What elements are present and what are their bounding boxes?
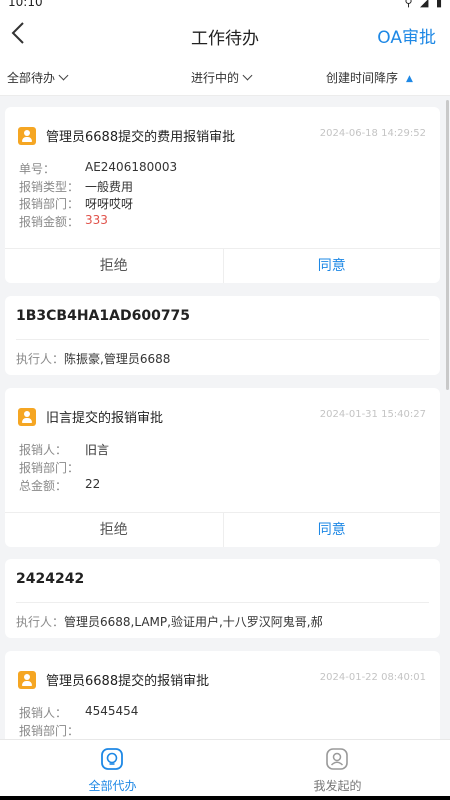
field-label: 报销类型： [19, 180, 80, 194]
bottom-tab-bar: 全部代办 我发起的 [0, 739, 450, 796]
executor-line: 执行人：陈振豪,管理员6688 [16, 350, 170, 367]
approval-card[interactable]: 管理员6688提交的费用报销审批 2024-06-18 14:29:52 单号：… [5, 107, 440, 283]
field-label: 单号： [19, 162, 56, 176]
field-label: 报销部门： [19, 197, 80, 211]
executor-line: 执行人：管理员6688,LAMP,验证用户,十八罗汉阿鬼哥,郝 [16, 613, 323, 630]
divider [16, 602, 429, 603]
scope-filter[interactable]: 全部待办 [7, 69, 69, 86]
sort-filter-label: 创建时间降序 [326, 71, 399, 85]
field-row: 报销类型： 一般费用 [19, 178, 133, 195]
field-row: 报销人： 4545454 [19, 704, 138, 721]
field-label: 报销人： [19, 706, 68, 720]
chevron-down-icon [58, 70, 69, 81]
status-time: 10:10 [8, 0, 43, 9]
executor-label: 执行人： [16, 352, 65, 366]
scrollbar[interactable] [446, 100, 449, 390]
field-label: 报销金额： [19, 215, 80, 229]
status-bar: 10:10 ⚲ ◢ ▮ [0, 0, 450, 12]
oa-approval-button[interactable]: OA审批 [377, 23, 436, 48]
tab-all-todo[interactable]: 全部代办 [0, 740, 225, 797]
field-value: 22 [85, 477, 101, 491]
card-time: 2024-01-31 15:40:27 [319, 409, 426, 420]
tab-label: 我发起的 [313, 779, 362, 793]
task-code: 1B3CB4HA1AD600775 [16, 308, 191, 324]
card-actions: 拒绝 同意 [5, 248, 440, 283]
card-time: 2024-01-22 08:40:01 [319, 672, 426, 683]
card-time: 2024-06-18 14:29:52 [319, 128, 426, 139]
card-header: 管理员6688提交的报销审批 2024-01-22 08:40:01 [5, 651, 440, 706]
field-value: 旧言 [85, 443, 110, 457]
field-row: 单号： AE2406180003 [19, 160, 177, 177]
task-card[interactable]: 2424242 执行人：管理员6688,LAMP,验证用户,十八罗汉阿鬼哥,郝 [5, 559, 440, 638]
filter-bar: 全部待办 进行中的 创建时间降序 ▲ [0, 60, 450, 96]
amount-value: 333 [85, 213, 108, 227]
task-code: 2424242 [16, 571, 85, 587]
field-row: 报销金额： 333 [19, 213, 108, 230]
tab-label: 全部代办 [88, 779, 137, 793]
field-row: 报销部门： 呀呀哎呀 [19, 195, 133, 212]
executor-names: 管理员6688,LAMP,验证用户,十八罗汉阿鬼哥,郝 [64, 615, 323, 629]
tab-my-initiated[interactable]: 我发起的 [225, 740, 450, 797]
field-row: 总金额： 22 [19, 477, 100, 494]
user-icon [325, 747, 349, 771]
field-value: 呀呀哎呀 [85, 197, 134, 211]
approval-card[interactable]: 管理员6688提交的报销审批 2024-01-22 08:40:01 报销人： 4… [5, 651, 440, 739]
state-filter[interactable]: 进行中的 [191, 69, 253, 86]
field-label: 报销部门： [19, 461, 80, 475]
approve-button[interactable]: 同意 [222, 513, 441, 547]
approve-button[interactable]: 同意 [222, 249, 441, 283]
field-value: 4545454 [85, 704, 139, 718]
card-title: 管理员6688提交的报销审批 [46, 674, 210, 689]
field-row: 报销部门： [19, 459, 79, 476]
user-badge-icon [18, 408, 36, 426]
sort-icon: ▲ [406, 74, 413, 84]
sort-filter[interactable]: 创建时间降序 ▲ [326, 69, 413, 86]
top-header: 工作待办 OA审批 [0, 12, 450, 60]
field-row: 报销部门： [19, 722, 79, 739]
bulb-icon [100, 747, 124, 771]
status-icons: ⚲ ◢ ▮ [404, 0, 444, 9]
field-label: 报销人： [19, 443, 68, 457]
card-header: 管理员6688提交的费用报销审批 2024-06-18 14:29:52 [5, 107, 440, 162]
field-value: AE2406180003 [85, 160, 178, 174]
card-header: 旧言提交的报销审批 2024-01-31 15:40:27 [5, 388, 440, 443]
chevron-down-icon [242, 70, 253, 81]
todo-list[interactable]: 管理员6688提交的费用报销审批 2024-06-18 14:29:52 单号：… [0, 96, 450, 739]
executor-names: 陈振豪,管理员6688 [64, 352, 171, 366]
reject-button[interactable]: 拒绝 [5, 513, 223, 547]
divider [16, 339, 429, 340]
card-title: 管理员6688提交的费用报销审批 [46, 130, 236, 145]
field-value: 一般费用 [85, 180, 134, 194]
bottom-edge [0, 796, 450, 800]
user-badge-icon [18, 671, 36, 689]
state-filter-label: 进行中的 [191, 71, 240, 85]
card-title: 旧言提交的报销审批 [46, 411, 164, 426]
card-actions: 拒绝 同意 [5, 512, 440, 547]
field-label: 总金额： [19, 479, 68, 493]
reject-button[interactable]: 拒绝 [5, 249, 223, 283]
scope-filter-label: 全部待办 [7, 71, 56, 85]
user-badge-icon [18, 127, 36, 145]
task-card[interactable]: 1B3CB4HA1AD600775 执行人：陈振豪,管理员6688 [5, 296, 440, 375]
field-label: 报销部门： [19, 724, 80, 738]
approval-card[interactable]: 旧言提交的报销审批 2024-01-31 15:40:27 报销人： 旧言 报销部… [5, 388, 440, 547]
executor-label: 执行人： [16, 615, 65, 629]
field-row: 报销人： 旧言 [19, 441, 109, 458]
